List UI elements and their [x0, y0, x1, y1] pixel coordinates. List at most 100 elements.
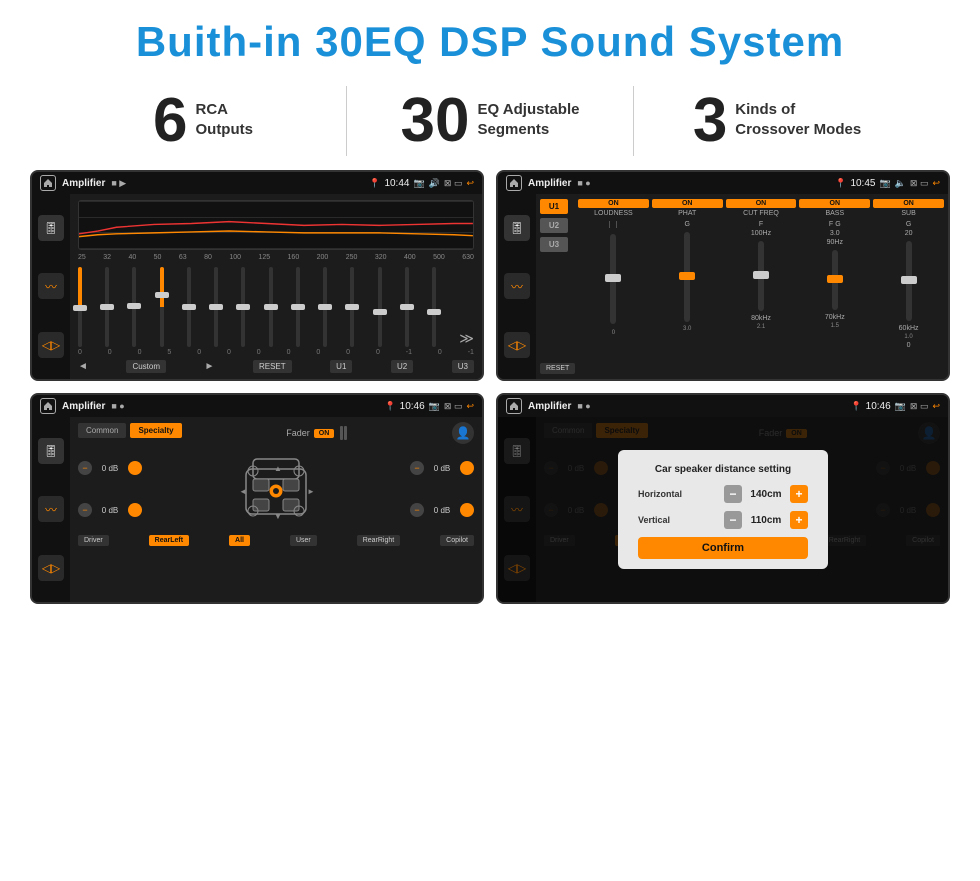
cutfreq-slider[interactable]	[758, 241, 764, 311]
u2-btn[interactable]: U2	[391, 360, 413, 373]
eq-screen: Amplifier ■ ▶ 📍 10:44 📷 🔊 ⊠ ▭ ↩ 🎚 〰 ◁▷	[30, 170, 484, 381]
br-plus[interactable]: +	[460, 503, 474, 517]
phat-slider[interactable]	[684, 232, 690, 322]
eq-title: Amplifier	[62, 178, 105, 189]
eq-content: 253240506380100125160200250320400500630	[70, 194, 482, 379]
eq-slider-9[interactable]	[296, 267, 300, 347]
bass-slider[interactable]	[832, 250, 838, 310]
dialog-overlay: Car speaker distance setting Horizontal …	[498, 417, 948, 602]
stat-text-rca: RCAOutputs	[195, 90, 253, 139]
horizontal-control: − 140cm +	[724, 485, 808, 503]
loudness-col: ON LOUDNESS —— 0	[578, 199, 649, 374]
eq-slider-10[interactable]	[323, 267, 327, 347]
copilot-btn[interactable]: Copilot	[440, 535, 474, 546]
tr-speaker: − 0 dB +	[410, 461, 474, 475]
driver-btn[interactable]: Driver	[78, 535, 109, 546]
eq-slider-7[interactable]	[241, 267, 245, 347]
bass-label: BASS	[825, 210, 844, 217]
bl-minus[interactable]: −	[78, 503, 92, 517]
vertical-minus[interactable]: −	[724, 511, 742, 529]
back-icon[interactable]: ↩	[466, 178, 474, 189]
eq-slider-1[interactable]	[78, 267, 82, 347]
confirm-button[interactable]: Confirm	[638, 537, 808, 559]
phat-col: ON PHAT G 3.0	[652, 199, 723, 374]
crossover-sidebar-wave[interactable]: 〰	[504, 273, 530, 299]
horizontal-row: Horizontal − 140cm +	[638, 485, 808, 503]
eq-slider-6[interactable]	[214, 267, 218, 347]
crossover-sidebar-eq[interactable]: 🎚	[504, 215, 530, 241]
eq-sidebar-vol[interactable]: ◁▷	[38, 332, 64, 358]
loudness-label: LOUDNESS	[594, 210, 633, 217]
eq-sidebar-eq[interactable]: 🎚	[38, 215, 64, 241]
next-arrow[interactable]: ►	[205, 361, 215, 372]
u1-select[interactable]: U1	[540, 199, 568, 214]
crossover-sidebar-vol[interactable]: ◁▷	[504, 332, 530, 358]
back-icon-4[interactable]: ↩	[932, 401, 940, 412]
eq-slider-14[interactable]	[432, 267, 436, 347]
crossover-reset[interactable]: RESET	[540, 363, 575, 374]
crossover-status-bar: Amplifier ■ ● 📍 10:45 📷 🔈 ⊠ ▭ ↩	[498, 172, 948, 194]
svg-text:▲: ▲	[274, 464, 282, 473]
dialog-status-bar: Amplifier ■ ● 📍 10:46 📷 ⊠ ▭ ↩	[498, 395, 948, 417]
crossover-sidebar: 🎚 〰 ◁▷	[498, 194, 536, 379]
eq-slider-5[interactable]	[187, 267, 191, 347]
u3-btn[interactable]: U3	[452, 360, 474, 373]
fader-screen: Amplifier ■ ● 📍 10:46 📷 ⊠ ▭ ↩ 🎚 〰 ◁▷ Com…	[30, 393, 484, 604]
prev-arrow[interactable]: ◄	[78, 361, 88, 372]
home-icon[interactable]	[40, 175, 56, 191]
eq-slider-13[interactable]	[405, 267, 409, 347]
eq-slider-2[interactable]	[105, 267, 109, 347]
fader-sidebar-eq[interactable]: 🎚	[38, 438, 64, 464]
dialog-body-bg: 🎚 〰 ◁▷ Common Specialty Fader ON 👤	[498, 417, 948, 602]
eq-sliders: ≫	[78, 265, 474, 347]
stats-row: 6 RCAOutputs 30 EQ AdjustableSegments 3 …	[0, 76, 980, 170]
horizontal-minus[interactable]: −	[724, 485, 742, 503]
eq-more[interactable]: ≫	[459, 330, 474, 347]
tl-minus[interactable]: −	[78, 461, 92, 475]
back-icon-3[interactable]: ↩	[466, 401, 474, 412]
fader-sidebar-vol[interactable]: ◁▷	[38, 555, 64, 581]
u1-btn[interactable]: U1	[330, 360, 352, 373]
reartight-btn[interactable]: RearRight	[357, 535, 401, 546]
phat-on: ON	[652, 199, 723, 208]
phat-label: PHAT	[678, 210, 696, 217]
horizontal-value: 140cm	[746, 489, 786, 500]
volume-icon: 🔊	[429, 178, 440, 189]
bl-plus[interactable]: +	[128, 503, 142, 517]
eq-bottom-controls: ◄ Custom ► RESET U1 U2 U3	[78, 360, 474, 373]
eq-slider-3[interactable]	[132, 267, 136, 347]
sub-slider[interactable]	[906, 241, 912, 321]
eq-slider-4[interactable]	[160, 267, 164, 347]
fader-sidebar-wave[interactable]: 〰	[38, 496, 64, 522]
user-btn[interactable]: User	[290, 535, 317, 546]
car-diagram: ▲ ▼ ◄ ►	[231, 449, 321, 529]
rearleft-btn[interactable]: RearLeft	[149, 535, 189, 546]
loudness-slider[interactable]	[610, 234, 616, 324]
tab-specialty[interactable]: Specialty	[130, 423, 181, 438]
u3-select[interactable]: U3	[540, 237, 568, 252]
eq-sidebar-wave[interactable]: 〰	[38, 273, 64, 299]
eq-slider-12[interactable]	[378, 267, 382, 347]
home-icon-3[interactable]	[40, 398, 56, 414]
home-icon-4[interactable]	[506, 398, 522, 414]
phat-value: 3.0	[683, 326, 691, 332]
bass-col: ON BASS FG 3.0 90Hz 70kHz 1.5	[799, 199, 870, 374]
tl-plus[interactable]: +	[128, 461, 142, 475]
horizontal-label: Horizontal	[638, 489, 682, 499]
custom-btn[interactable]: Custom	[126, 360, 166, 373]
u-buttons: U1 U2 U3 RESET	[540, 199, 568, 374]
tab-common[interactable]: Common	[78, 423, 126, 438]
eq-slider-11[interactable]	[350, 267, 354, 347]
vertical-plus[interactable]: +	[790, 511, 808, 529]
br-minus[interactable]: −	[410, 503, 424, 517]
reset-btn[interactable]: RESET	[253, 360, 292, 373]
u2-select[interactable]: U2	[540, 218, 568, 233]
eq-slider-8[interactable]	[269, 267, 273, 347]
home-icon-2[interactable]	[506, 175, 522, 191]
tr-plus[interactable]: +	[460, 461, 474, 475]
back-icon-2[interactable]: ↩	[932, 178, 940, 189]
all-btn[interactable]: All	[229, 535, 250, 546]
horizontal-plus[interactable]: +	[790, 485, 808, 503]
tr-minus[interactable]: −	[410, 461, 424, 475]
user-icon[interactable]: 👤	[452, 422, 474, 444]
